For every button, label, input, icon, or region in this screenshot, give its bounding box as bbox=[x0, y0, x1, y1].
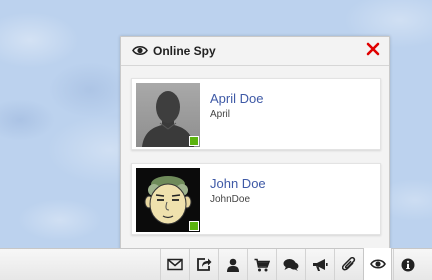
panel-header: Online Spy bbox=[121, 37, 389, 66]
comments-button[interactable] bbox=[276, 249, 305, 280]
attachment-button[interactable] bbox=[334, 249, 363, 280]
paperclip-icon bbox=[342, 257, 356, 271]
eye-icon bbox=[132, 45, 148, 56]
user-icon bbox=[227, 258, 239, 272]
megaphone-icon bbox=[313, 258, 328, 271]
comments-icon bbox=[283, 258, 299, 271]
user-name[interactable]: John Doe bbox=[210, 176, 266, 191]
online-status-indicator bbox=[189, 221, 199, 231]
user-button[interactable] bbox=[218, 249, 247, 280]
info-icon bbox=[401, 258, 415, 271]
panel-title: Online Spy bbox=[153, 44, 216, 58]
online-status-indicator bbox=[189, 136, 199, 146]
share-button[interactable] bbox=[189, 249, 218, 280]
mail-icon bbox=[167, 258, 183, 271]
user-name[interactable]: April Doe bbox=[210, 91, 263, 106]
eye-icon bbox=[369, 259, 386, 269]
avatar bbox=[136, 168, 200, 232]
user-username: JohnDoe bbox=[210, 194, 251, 205]
close-icon[interactable] bbox=[366, 42, 380, 56]
online-spy-panel: Online Spy April Doe April John Doe John… bbox=[120, 36, 390, 250]
user-card-april-doe[interactable]: April Doe April bbox=[131, 78, 381, 150]
share-icon bbox=[197, 258, 212, 271]
user-username: April bbox=[210, 109, 231, 120]
bottom-taskbar bbox=[0, 248, 432, 280]
cart-icon bbox=[254, 258, 270, 271]
megaphone-button[interactable] bbox=[305, 249, 334, 280]
mail-button[interactable] bbox=[160, 249, 189, 280]
user-card-john-doe[interactable]: John Doe JohnDoe bbox=[131, 163, 381, 235]
online-spy-button[interactable] bbox=[363, 248, 392, 280]
info-button[interactable] bbox=[393, 249, 422, 280]
avatar bbox=[136, 83, 200, 147]
cart-button[interactable] bbox=[247, 249, 276, 280]
